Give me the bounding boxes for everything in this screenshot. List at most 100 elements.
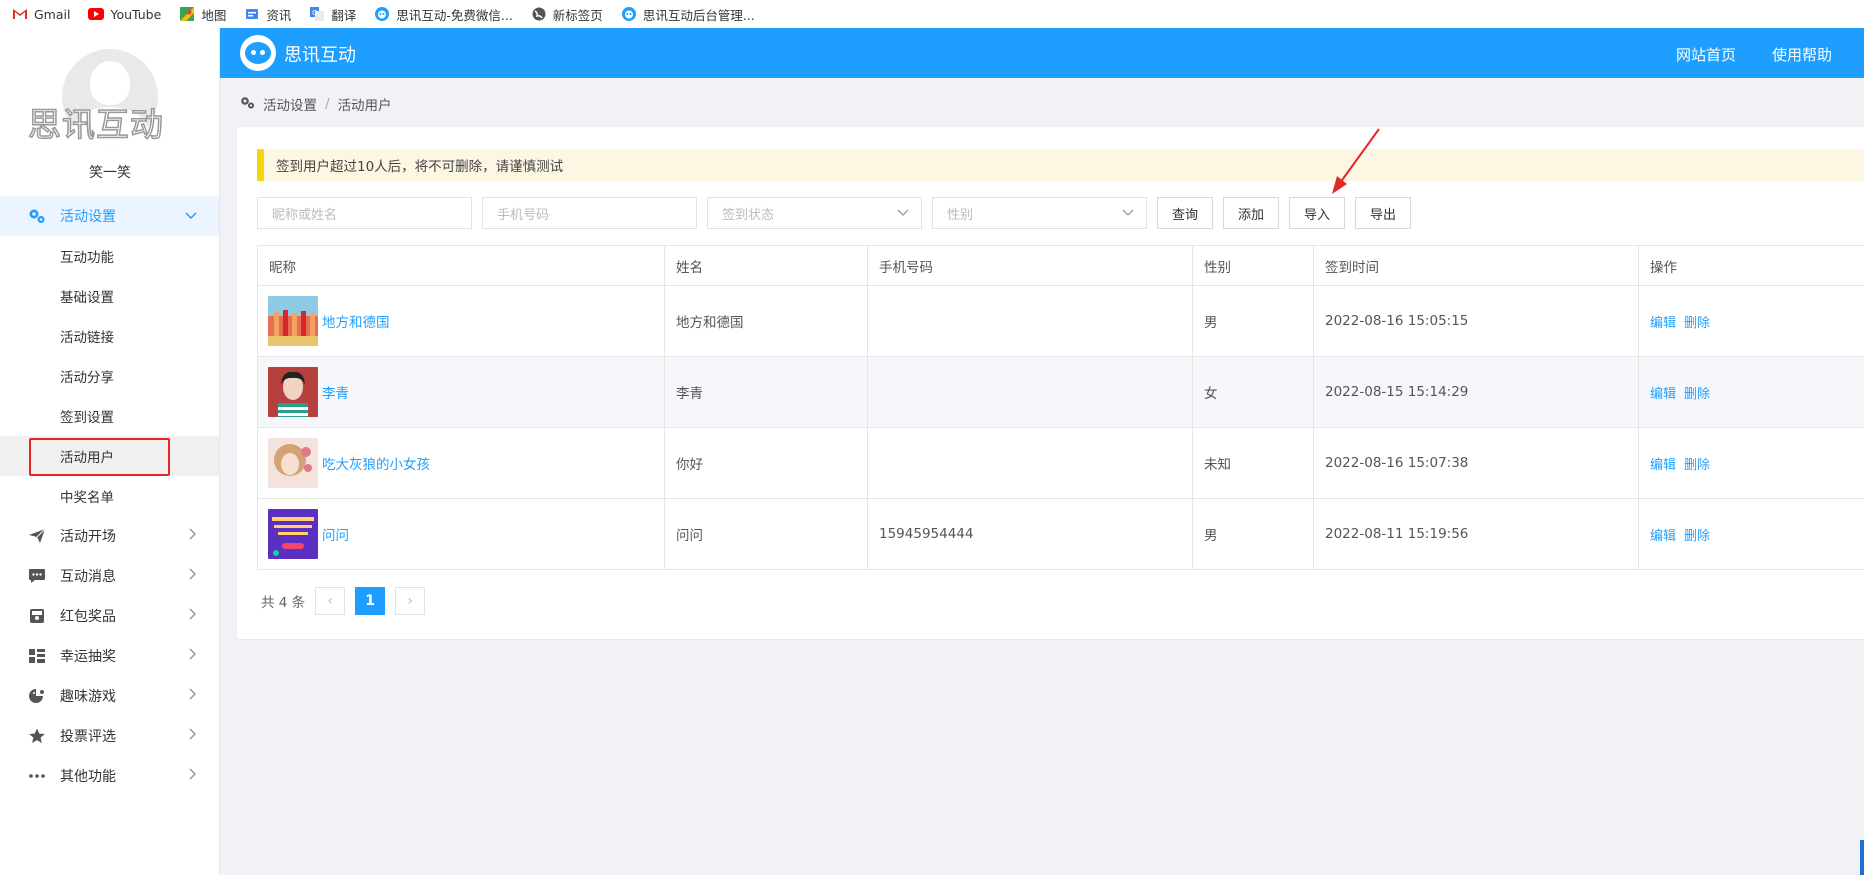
nickname-link[interactable]: 地方和德国 — [322, 311, 390, 331]
cell-name: 地方和德国 — [665, 286, 868, 356]
paper-plane-icon — [26, 528, 48, 544]
sub-item-basic-settings[interactable]: 基础设置 — [0, 276, 219, 316]
next-page-button[interactable]: › — [395, 587, 426, 615]
sub-item-activity-link[interactable]: 活动链接 — [0, 316, 219, 356]
edit-link[interactable]: 编辑 — [1650, 383, 1676, 402]
warning-notice: 签到用户超过10人后，将不可删除，请谨慎测试 — [257, 149, 1864, 181]
select-placeholder: 性别 — [947, 207, 974, 223]
annotation-highlight-box — [29, 438, 170, 476]
bookmark-label: 思讯互动后台管理... — [642, 7, 755, 23]
delete-link[interactable]: 删除 — [1684, 454, 1710, 473]
prev-page-button[interactable]: ‹ — [315, 587, 346, 615]
cell-actions: 编辑 删除 — [1639, 357, 1864, 427]
cell-gender: 未知 — [1193, 428, 1314, 498]
menu-label: 活动设置 — [60, 209, 116, 225]
import-button[interactable]: 导入 — [1289, 197, 1345, 229]
bookmark-news[interactable]: 资讯 — [244, 5, 291, 24]
delete-link[interactable]: 删除 — [1684, 383, 1710, 402]
menu-label: 红包奖品 — [60, 609, 116, 625]
cell-phone — [868, 357, 1193, 427]
sub-item-checkin-settings[interactable]: 签到设置 — [0, 396, 219, 436]
menu-item-other-features[interactable]: 其他功能 — [0, 756, 219, 796]
lottery-icon — [26, 648, 48, 664]
gender-select[interactable]: 性别 — [932, 197, 1147, 229]
cell-actions: 编辑 删除 — [1639, 499, 1864, 569]
cell-name: 李青 — [665, 357, 868, 427]
nickname-link[interactable]: 李青 — [322, 382, 349, 402]
bookmark-translate[interactable]: G 翻译 — [309, 5, 356, 24]
cell-nickname: 问问 — [257, 499, 665, 569]
menu-item-lucky-draw[interactable]: 幸运抽奖 — [0, 636, 219, 676]
add-button[interactable]: 添加 — [1223, 197, 1279, 229]
sub-item-winners-list[interactable]: 中奖名单 — [0, 476, 219, 516]
header-gender: 性别 — [1193, 246, 1314, 285]
search-phone-input[interactable]: 手机号码 — [482, 197, 697, 229]
bookmark-youtube[interactable]: YouTube — [88, 7, 161, 22]
sub-item-activity-share[interactable]: 活动分享 — [0, 356, 219, 396]
sixun-icon — [621, 7, 637, 21]
select-placeholder: 签到状态 — [722, 207, 775, 223]
breadcrumb-parent[interactable]: 活动设置 — [263, 94, 317, 114]
menu-label: 幸运抽奖 — [60, 649, 116, 665]
edit-link[interactable]: 编辑 — [1650, 525, 1676, 544]
brand-name[interactable]: 思讯互动 — [284, 41, 356, 67]
chat-icon — [26, 568, 48, 584]
header-name: 姓名 — [665, 246, 868, 285]
chevron-right-icon — [189, 768, 197, 784]
export-button[interactable]: 导出 — [1355, 197, 1411, 229]
menu-item-red-packet-prizes[interactable]: 红包奖品 — [0, 596, 219, 636]
chevron-down-icon — [185, 209, 197, 224]
menu-item-activity-opening[interactable]: 活动开场 — [0, 516, 219, 556]
cell-actions: 编辑 删除 — [1639, 428, 1864, 498]
gift-icon — [26, 608, 48, 624]
menu-item-voting[interactable]: 投票评选 — [0, 716, 219, 756]
bookmark-gmail[interactable]: Gmail — [12, 7, 70, 22]
delete-link[interactable]: 删除 — [1684, 312, 1710, 331]
page-button-current[interactable]: 1 — [355, 587, 386, 615]
nickname-link[interactable]: 吃大灰狼的小女孩 — [322, 453, 430, 473]
user-avatar — [268, 509, 318, 559]
brand-logo-icon[interactable] — [240, 35, 276, 71]
menu-label: 其他功能 — [60, 769, 116, 785]
bookmark-sixun-admin[interactable]: 思讯互动后台管理... — [621, 5, 755, 24]
menu-item-activity-settings[interactable]: 活动设置 — [0, 196, 219, 236]
translate-icon: G — [309, 7, 325, 21]
cell-gender: 男 — [1193, 499, 1314, 569]
menu-item-fun-games[interactable]: 趣味游戏 — [0, 676, 219, 716]
header-phone: 手机号码 — [868, 246, 1193, 285]
user-avatar — [268, 296, 318, 346]
bookmark-label: 新标签页 — [552, 7, 603, 23]
bookmark-sixun[interactable]: 思讯互动-免费微信... — [374, 5, 513, 24]
cell-actions: 编辑 删除 — [1639, 286, 1864, 356]
breadcrumb: 活动设置 / 活动用户 — [240, 94, 392, 114]
bookmark-label: 思讯互动-免费微信... — [396, 7, 513, 23]
menu-item-interactive-messages[interactable]: 互动消息 — [0, 556, 219, 596]
bookmark-maps[interactable]: 地图 — [179, 5, 226, 24]
cell-gender: 男 — [1193, 286, 1314, 356]
sub-item-activity-users[interactable]: 活动用户 — [0, 436, 219, 476]
search-nickname-input[interactable]: 昵称或姓名 — [257, 197, 472, 229]
menu-label: 投票评选 — [60, 729, 116, 745]
link-help[interactable]: 使用帮助 — [1772, 44, 1832, 65]
sixun-icon — [374, 7, 390, 21]
breadcrumb-separator: / — [325, 96, 330, 112]
nickname-link[interactable]: 问问 — [322, 524, 349, 544]
delete-link[interactable]: 删除 — [1684, 525, 1710, 544]
username: 笑一笑 — [89, 165, 131, 181]
table-row: 李青 李青 女 2022-08-15 15:14:29 编辑 删除 — [257, 357, 1864, 428]
query-button[interactable]: 查询 — [1157, 197, 1213, 229]
user-avatar — [268, 367, 318, 417]
edit-link[interactable]: 编辑 — [1650, 454, 1676, 473]
link-site-home[interactable]: 网站首页 — [1676, 44, 1736, 65]
svg-text:G: G — [312, 9, 317, 17]
edit-link[interactable]: 编辑 — [1650, 312, 1676, 331]
bookmark-newtab[interactable]: 新标签页 — [531, 5, 603, 24]
header-checkin-time: 签到时间 — [1314, 246, 1639, 285]
sidebar-menu: 活动设置 互动功能 基础设置 活动链接 活动分享 签到设置 活动用户 中奖名单 … — [0, 196, 219, 796]
cell-name: 问问 — [665, 499, 868, 569]
chevron-right-icon — [189, 728, 197, 744]
cell-phone — [868, 286, 1193, 356]
cell-checkin-time: 2022-08-16 15:05:15 — [1314, 286, 1639, 356]
sub-item-interactive-features[interactable]: 互动功能 — [0, 236, 219, 276]
checkin-status-select[interactable]: 签到状态 — [707, 197, 922, 229]
